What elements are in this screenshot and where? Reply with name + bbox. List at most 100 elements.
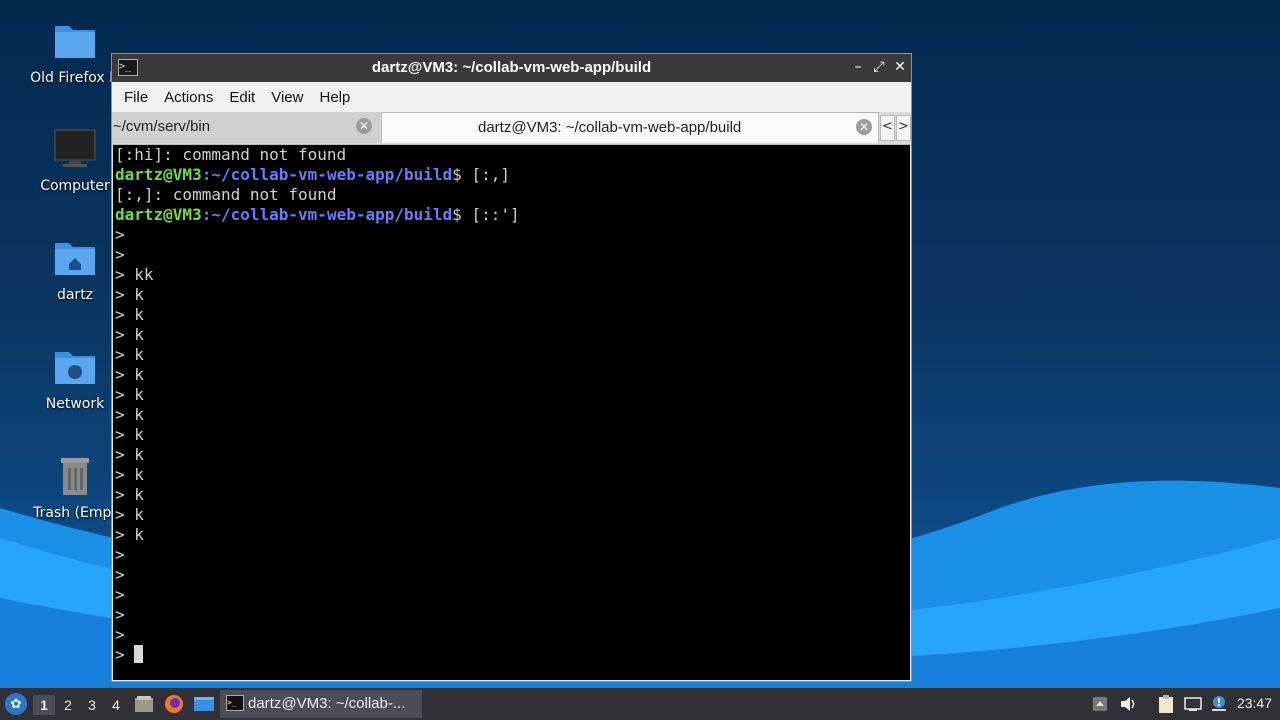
trash-icon (53, 455, 97, 499)
tray-expand-icon[interactable] (1090, 694, 1110, 714)
terminal-line: > k (113, 405, 910, 425)
close-button[interactable]: ✕ (891, 58, 909, 76)
terminal-text: > k (115, 465, 144, 484)
menu-bar: File Actions Edit View Help (112, 82, 911, 112)
terminal-text: > k (115, 425, 144, 444)
terminal-line: > (113, 605, 910, 625)
firefox-icon[interactable] (164, 694, 184, 714)
notification-icon[interactable] (1209, 694, 1229, 714)
prompt-user: dartz@VM3 (115, 205, 202, 224)
terminal-text: > k (115, 285, 144, 304)
prompt-command: $ [::'] (452, 205, 520, 224)
menu-view[interactable]: View (263, 89, 311, 106)
network-status-icon[interactable] (1183, 694, 1203, 714)
terminal-text: > (115, 565, 125, 584)
workspace-4[interactable]: 4 (105, 695, 127, 715)
prompt-separator: : (201, 165, 212, 184)
terminal-line: > k (113, 465, 910, 485)
clipboard-icon[interactable] (1156, 694, 1176, 714)
terminal-text: > (115, 585, 125, 604)
terminal-text: > k (115, 405, 144, 424)
tab-bar: ~/cvm/serv/bin ✕ dartz@VM3: ~/collab-vm-… (112, 112, 911, 145)
terminal-line: > k (113, 345, 910, 365)
taskbar-window-label: dartz@VM3: ~/collab-... (248, 695, 406, 712)
tab-close-icon[interactable]: ✕ (856, 119, 872, 135)
window-titlebar[interactable]: >_ dartz@VM3: ~/collab-vm-web-app/build … (112, 54, 911, 82)
taskbar-window-button[interactable]: >_ dartz@VM3: ~/collab-... (220, 690, 422, 718)
prompt-user: dartz@VM3 (115, 165, 202, 184)
terminal-text: > k (115, 445, 144, 464)
terminal-line: > (113, 565, 910, 585)
workspace-1[interactable]: 1 (33, 695, 55, 715)
terminal-line: > k (113, 385, 910, 405)
terminal-text: > k (115, 305, 144, 324)
tab-close-icon[interactable]: ✕ (356, 118, 372, 134)
home-folder-icon (53, 237, 97, 281)
terminal-line: > kk (113, 265, 910, 285)
tab-collab-vm-build[interactable]: dartz@VM3: ~/collab-vm-web-app/build ✕ (381, 112, 879, 143)
terminal-text: > (115, 625, 125, 644)
workspace-2[interactable]: 2 (57, 695, 79, 715)
prompt-path: ~/collab-vm-web-app/build (211, 165, 453, 184)
menu-file[interactable]: File (116, 89, 156, 106)
terminal-line: > k (113, 365, 910, 385)
tab-scroll-left-button[interactable]: < (880, 115, 895, 141)
terminal-line: > (113, 225, 910, 245)
terminal-line: > (113, 625, 910, 645)
terminal-text: > (115, 605, 125, 624)
terminal-line: > (113, 585, 910, 605)
menu-actions[interactable]: Actions (156, 89, 221, 106)
workspace-3[interactable]: 3 (81, 695, 103, 715)
terminal-text: [:hi]: command not found (115, 145, 347, 164)
network-folder-icon (53, 346, 97, 390)
terminal-text: > k (115, 365, 144, 384)
folder-icon (53, 20, 97, 64)
terminal-line: > k (113, 445, 910, 465)
menu-edit[interactable]: Edit (221, 89, 263, 106)
terminal-text: > k (115, 525, 144, 544)
prompt-command: $ [:,] (452, 165, 510, 184)
prompt-separator: : (201, 205, 212, 224)
terminal-text: > kk (115, 265, 154, 284)
terminal-text: > k (115, 485, 144, 504)
start-menu-icon[interactable]: ✿ (5, 693, 27, 715)
terminal-line: > k (113, 525, 910, 545)
window-title: dartz@VM3: ~/collab-vm-web-app/build (371, 59, 652, 76)
terminal-prompt-line: dartz@VM3:~/collab-vm-web-app/build$ [:,… (113, 165, 910, 185)
terminal-line: > k (113, 485, 910, 505)
terminal-text: > k (115, 345, 144, 364)
terminal-text: [:,]: command not found (115, 185, 337, 204)
minimize-button[interactable]: – (849, 58, 867, 76)
terminal-cursor (134, 645, 144, 663)
file-manager-icon[interactable] (134, 695, 154, 713)
terminal-line: > (113, 245, 910, 265)
terminal-text: > (115, 545, 125, 564)
terminal-line: > k (113, 425, 910, 445)
volume-icon[interactable] (1118, 694, 1138, 714)
terminal-window: >_ dartz@VM3: ~/collab-vm-web-app/build … (111, 53, 912, 682)
terminal-line: > k (113, 505, 910, 525)
prompt-path: ~/collab-vm-web-app/build (211, 205, 453, 224)
maximize-button[interactable]: ⤢ (870, 58, 888, 76)
menu-help[interactable]: Help (311, 89, 358, 106)
tab-cvm-serv-bin[interactable]: ~/cvm/serv/bin ✕ (112, 112, 380, 143)
terminal-line: > (113, 645, 910, 665)
terminal-prompt-line: dartz@VM3:~/collab-vm-web-app/build$ [::… (113, 205, 910, 225)
tab-scroll-right-button[interactable]: > (896, 115, 911, 141)
terminal-text: > k (115, 325, 144, 344)
terminal-line: > k (113, 285, 910, 305)
terminal-app-icon: >_ (226, 695, 244, 711)
tab-label: ~/cvm/serv/bin (113, 118, 211, 135)
show-desktop-icon[interactable] (193, 695, 215, 713)
terminal-line: > k (113, 325, 910, 345)
clock[interactable]: 23:47 (1237, 695, 1272, 711)
terminal-text: > k (115, 385, 144, 404)
terminal-text: > (115, 645, 135, 664)
terminal-output[interactable]: [:hi]: command not found dartz@VM3:~/coll… (113, 145, 910, 680)
terminal-line: [:,]: command not found (113, 185, 910, 205)
terminal-text: > (115, 225, 125, 244)
terminal-text: > (115, 245, 125, 264)
taskbar: ✿ 1 2 3 4 >_ dartz@VM3: ~/collab-... 23:… (0, 688, 1280, 720)
terminal-line: > k (113, 305, 910, 325)
tab-label: dartz@VM3: ~/collab-vm-web-app/build (478, 119, 742, 136)
